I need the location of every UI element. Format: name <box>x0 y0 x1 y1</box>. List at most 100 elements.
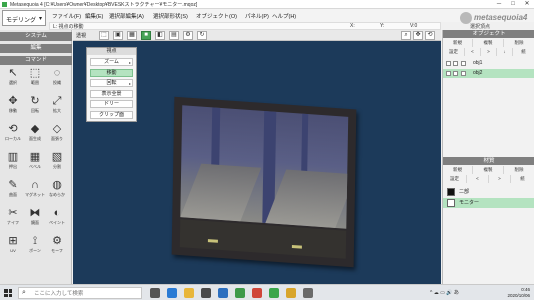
material-swatch[interactable] <box>447 188 455 196</box>
object-name: obj1 <box>473 60 483 66</box>
settings-gear-icon[interactable]: ⚙ <box>183 31 193 40</box>
visibility-checkbox[interactable] <box>446 61 451 66</box>
menu-edit[interactable]: 編集(E) <box>85 12 103 20</box>
tool-bone[interactable]: ⟟ ボーン <box>25 234 45 255</box>
material-row-selected[interactable]: モニター <box>443 198 534 208</box>
object-settings-button[interactable]: 設定 <box>443 48 465 56</box>
coord-v: V:0 <box>410 23 418 29</box>
tool-extrude[interactable]: ▥ 押出 <box>3 150 23 171</box>
tool-bevel[interactable]: ▦ ベベル <box>25 150 45 171</box>
material-delete-button[interactable]: 削除 <box>504 166 534 174</box>
grid-view-icon[interactable]: ▦ <box>127 31 137 40</box>
tool-sculpt[interactable]: ▧ 分割 <box>47 150 67 171</box>
material-swatch[interactable] <box>447 199 455 207</box>
tool-rect-select[interactable]: ⬚ 範囲 <box>25 66 45 87</box>
expand-checkbox[interactable] <box>461 71 466 76</box>
edge-icon[interactable] <box>167 288 177 298</box>
system-tray[interactable]: ^ ☁ ▭ 🔊 あ <box>430 289 459 296</box>
edit-header[interactable]: 編集 <box>0 44 72 53</box>
tool-brush[interactable]: ✎ 曲面 <box>3 178 23 199</box>
mode-select[interactable]: モデリング ▾ <box>2 10 46 26</box>
view-mode-label[interactable]: 透視 <box>76 32 86 39</box>
material-row[interactable]: 二部 <box>443 187 534 197</box>
lock-checkbox[interactable] <box>453 61 458 66</box>
object-new-button[interactable]: 新規 <box>443 39 473 47</box>
mail-icon[interactable] <box>218 288 228 298</box>
settings-icon[interactable] <box>303 288 313 298</box>
lock-checkbox[interactable] <box>453 71 458 76</box>
command-header[interactable]: コマンド <box>0 56 72 65</box>
object-row-obj2[interactable]: obj2 <box>443 69 534 78</box>
tool-weld[interactable]: ✂ ナイフ <box>3 206 23 227</box>
pan-icon[interactable]: ✥ <box>413 31 423 40</box>
object-merge-button[interactable]: 統 <box>513 48 534 56</box>
metasequoia-icon[interactable] <box>269 288 279 298</box>
popup-item[interactable]: ズーム ▸ <box>90 58 133 66</box>
minimize-button[interactable]: ─ <box>492 0 506 9</box>
object-duplicate-button[interactable]: 複製 <box>473 39 504 47</box>
tool-magnet[interactable]: ∩ マグネット <box>25 178 45 199</box>
popup-item[interactable]: 表示全景 <box>90 89 133 98</box>
material-duplicate-button[interactable]: 複製 <box>473 166 504 174</box>
task-view-icon[interactable] <box>150 288 160 298</box>
system-header[interactable]: システム <box>0 32 72 41</box>
tool-smooth[interactable]: ◍ なめらか <box>47 178 67 199</box>
wireframe-view-icon[interactable]: ⬚ <box>99 31 109 40</box>
maximize-button[interactable]: □ <box>506 0 520 9</box>
popup-item[interactable]: 移動 <box>90 68 133 77</box>
submenu-arrow-icon: ▸ <box>128 81 131 86</box>
zoom-icon[interactable]: ⌕ <box>401 31 411 40</box>
material-merge-button[interactable]: 統 <box>511 175 534 183</box>
object-row-obj1[interactable]: obj1 <box>443 59 534 68</box>
search-input[interactable] <box>34 290 139 298</box>
tool-scale[interactable]: ⤢ 拡大 <box>47 94 67 115</box>
menu-selection-edit[interactable]: 選択部編集(A) <box>109 12 144 20</box>
close-button[interactable]: ✕ <box>520 0 534 9</box>
tool-move[interactable]: ✥ 移動 <box>3 94 23 115</box>
tool-lasso[interactable]: ◌ 投縄 <box>47 66 67 87</box>
tool-rotate[interactable]: ↻ 回転 <box>25 94 45 115</box>
popup-item[interactable]: 回転 ▸ <box>90 79 133 87</box>
material-settings-button[interactable]: 設定 <box>443 175 467 183</box>
windows-start-icon[interactable] <box>4 289 12 297</box>
tool-face[interactable]: ◆ 面生成 <box>25 122 45 143</box>
clock[interactable]: 0:46 2020/10/06 <box>496 287 530 299</box>
tool-uv[interactable]: ⊞ UV <box>3 234 23 255</box>
menu-file[interactable]: ファイル(F) <box>52 12 81 20</box>
object-next-button[interactable]: > <box>481 48 497 56</box>
popup-item[interactable]: クリップ面 <box>90 110 133 119</box>
taskbar-search[interactable]: ⌕ <box>18 287 142 299</box>
chrome-icon[interactable] <box>235 288 245 298</box>
popup-item[interactable]: ドリー <box>90 100 133 108</box>
visibility-checkbox[interactable] <box>446 71 451 76</box>
tool-knife[interactable]: ◇ 面張り <box>47 122 67 143</box>
tool-paint[interactable]: ◐ ペイント <box>47 206 67 227</box>
orbit-icon[interactable]: ⟲ <box>425 31 435 40</box>
3d-viewport[interactable]: 透視 ⬚ ▣ ▦ ■ ◧ ▤ ⚙ ↻ ⌕ ✥ ⟲ 視点 ズーム ▸ 移動 回転 ▸ 表示全… <box>73 30 441 284</box>
folder-icon[interactable] <box>286 288 296 298</box>
refresh-icon[interactable]: ↻ <box>197 31 207 40</box>
menu-object[interactable]: オブジェクト(O) <box>196 12 237 20</box>
expand-checkbox[interactable] <box>461 61 466 66</box>
texture-view-icon[interactable]: ◧ <box>155 31 165 40</box>
tool-arrow-select[interactable]: ↖ 選択 <box>3 66 23 87</box>
front-view-icon[interactable]: ▣ <box>113 31 123 40</box>
menu-panel[interactable]: パネル(P) <box>245 12 269 20</box>
paint-icon: ◐ <box>53 207 61 219</box>
object-delete-button[interactable]: 削除 <box>504 39 534 47</box>
tool-mirror[interactable]: ⧓ 鏡面 <box>25 206 45 227</box>
menu-help[interactable]: ヘルプ(H) <box>272 12 296 20</box>
material-next-button[interactable]: > <box>489 175 511 183</box>
menu-selection-shape[interactable]: 選択部形状(S) <box>153 12 188 20</box>
explorer-icon[interactable] <box>184 288 194 298</box>
object-prev-button[interactable]: < <box>465 48 481 56</box>
tool-transform[interactable]: ⟲ ローカル <box>3 122 23 143</box>
material-prev-button[interactable]: < <box>467 175 489 183</box>
material-new-button[interactable]: 新規 <box>443 166 473 174</box>
app-icon[interactable] <box>252 288 262 298</box>
shaded-view-icon[interactable]: ■ <box>141 31 151 40</box>
tool-morph[interactable]: ⚙ モーフ <box>47 234 67 255</box>
edge-view-icon[interactable]: ▤ <box>169 31 179 40</box>
object-down-button[interactable]: ↓ <box>497 48 513 56</box>
store-icon[interactable] <box>201 288 211 298</box>
